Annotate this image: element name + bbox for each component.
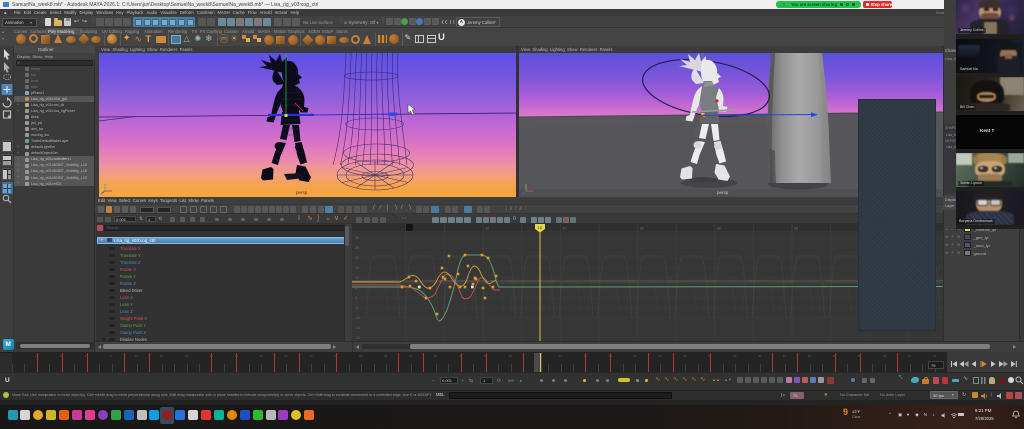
svg-text:40: 40	[717, 227, 721, 231]
svg-text:10: 10	[485, 227, 489, 231]
svg-text:20: 20	[562, 227, 566, 231]
svg-text:-15: -15	[355, 326, 360, 330]
svg-text:50: 50	[794, 227, 798, 231]
svg-text:0: 0	[355, 296, 357, 300]
svg-text:20: 20	[355, 256, 359, 260]
svg-text:30: 30	[355, 236, 359, 240]
svg-text:persp: persp	[717, 190, 729, 195]
svg-text:25: 25	[355, 246, 359, 250]
svg-text:persp: persp	[296, 190, 308, 195]
svg-text:15: 15	[355, 266, 359, 270]
svg-text:-20: -20	[355, 336, 360, 340]
svg-text:19: 19	[538, 225, 543, 230]
svg-text:30: 30	[640, 227, 644, 231]
svg-text:-10: -10	[355, 316, 360, 320]
svg-text:10: 10	[355, 276, 359, 280]
